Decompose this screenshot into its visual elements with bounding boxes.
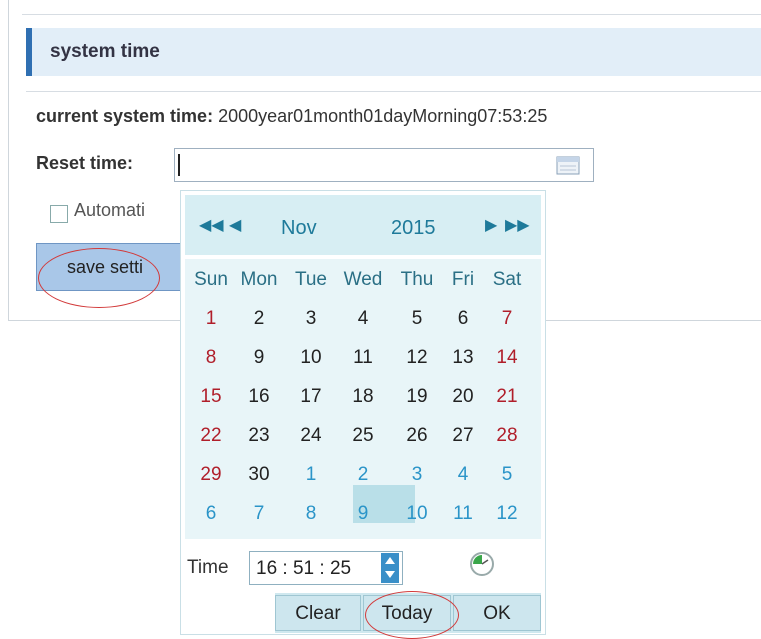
calendar-day[interactable]: 6 xyxy=(443,308,483,330)
next-month-icon[interactable]: ▶ xyxy=(485,215,497,235)
calendar-day[interactable]: 30 xyxy=(239,464,279,486)
calendar-day[interactable]: 9 xyxy=(239,347,279,369)
calendar-day[interactable]: 8 xyxy=(291,503,331,525)
calendar-day[interactable]: 3 xyxy=(397,464,437,486)
calendar-day[interactable]: 16 xyxy=(239,386,279,408)
next-year-icon[interactable]: ▶▶ xyxy=(505,215,530,235)
section-title: system time xyxy=(50,41,160,62)
calendar-day[interactable]: 3 xyxy=(291,308,331,330)
calendar-day[interactable]: 1 xyxy=(191,308,231,330)
calendar-day[interactable]: 17 xyxy=(291,386,331,408)
calendar-day[interactable]: 8 xyxy=(191,347,231,369)
calendar-grid: Sun Mon Tue Wed Thu Fri Sat 1 2 3 4 5 6 7 8 9 10 11 12 13 1… xyxy=(185,259,541,539)
calendar-day[interactable]: 26 xyxy=(397,425,437,447)
time-value: 16 : 51 : 25 xyxy=(256,558,352,579)
weekday-header: Mon xyxy=(240,269,278,290)
annotation-circle-save xyxy=(38,248,160,308)
time-input[interactable]: 16 : 51 : 25 xyxy=(249,551,403,585)
calendar-day[interactable]: 15 xyxy=(191,386,231,408)
weekday-header: Tue xyxy=(294,269,328,290)
clear-button[interactable]: Clear xyxy=(275,595,361,631)
calendar-day[interactable]: 14 xyxy=(487,347,527,369)
calendar-day[interactable]: 29 xyxy=(191,464,231,486)
calendar-day[interactable]: 12 xyxy=(397,347,437,369)
calendar-day[interactable]: 5 xyxy=(397,308,437,330)
weekday-header: Sun xyxy=(194,269,228,290)
text-caret xyxy=(178,154,180,176)
calendar-day[interactable]: 7 xyxy=(239,503,279,525)
reset-time-label: Reset time: xyxy=(36,153,134,173)
calendar-day[interactable]: 22 xyxy=(191,425,231,447)
picker-header: ◀◀ ◀ Nov 2015 ▶ ▶▶ xyxy=(185,195,541,255)
weekday-header: Thu xyxy=(400,269,434,290)
ok-button[interactable]: OK xyxy=(453,595,541,631)
picker-month[interactable]: Nov xyxy=(281,217,317,240)
weekday-header: Sat xyxy=(492,269,522,290)
annotation-circle-today xyxy=(365,591,459,639)
current-time-value: 2000year01month01dayMorning07:53:25 xyxy=(218,106,548,126)
calendar-day[interactable]: 23 xyxy=(239,425,279,447)
section-header: system time xyxy=(26,28,761,76)
calendar-day[interactable]: 11 xyxy=(343,347,383,369)
clock-icon[interactable] xyxy=(469,551,495,577)
weekday-header: Fri xyxy=(451,269,475,290)
calendar-day[interactable]: 7 xyxy=(487,308,527,330)
calendar-day[interactable]: 10 xyxy=(397,503,437,525)
current-time-row: current system time: 2000year01month01da… xyxy=(36,106,547,127)
picker-year[interactable]: 2015 xyxy=(391,217,436,240)
weekday-header: Wed xyxy=(343,269,383,290)
calendar-day[interactable]: 6 xyxy=(191,503,231,525)
calendar-day[interactable]: 4 xyxy=(343,308,383,330)
calendar-icon[interactable] xyxy=(556,155,580,175)
auto-sync-checkbox[interactable] xyxy=(50,205,68,223)
calendar-day[interactable]: 2 xyxy=(239,308,279,330)
calendar-day[interactable]: 12 xyxy=(487,503,527,525)
current-time-label: current system time: xyxy=(36,106,214,126)
calendar-day[interactable]: 25 xyxy=(343,425,383,447)
calendar-day[interactable]: 27 xyxy=(443,425,483,447)
header-divider xyxy=(26,91,761,92)
calendar-day[interactable]: 24 xyxy=(291,425,331,447)
time-spinner[interactable] xyxy=(381,553,399,583)
reset-time-input[interactable] xyxy=(174,148,594,182)
calendar-day[interactable]: 1 xyxy=(291,464,331,486)
calendar-day[interactable]: 28 xyxy=(487,425,527,447)
calendar-day[interactable]: 13 xyxy=(443,347,483,369)
calendar-day[interactable]: 19 xyxy=(397,386,437,408)
calendar-day[interactable]: 21 xyxy=(487,386,527,408)
prev-year-icon[interactable]: ◀◀ xyxy=(199,215,224,235)
calendar-day[interactable]: 4 xyxy=(443,464,483,486)
calendar-day[interactable]: 5 xyxy=(487,464,527,486)
calendar-day[interactable]: 9 xyxy=(343,503,383,525)
auto-sync-label: Automati xyxy=(74,200,146,220)
calendar-day[interactable]: 20 xyxy=(443,386,483,408)
top-divider xyxy=(22,14,761,15)
calendar-day[interactable]: 10 xyxy=(291,347,331,369)
date-picker: ◀◀ ◀ Nov 2015 ▶ ▶▶ Sun Mon Tue Wed Thu Fri Sat… xyxy=(180,190,546,639)
prev-month-icon[interactable]: ◀ xyxy=(229,215,241,235)
time-label: Time xyxy=(187,557,229,578)
calendar-day[interactable]: 11 xyxy=(443,503,483,525)
calendar-day[interactable]: 18 xyxy=(343,386,383,408)
calendar-day[interactable]: 2 xyxy=(343,464,383,486)
